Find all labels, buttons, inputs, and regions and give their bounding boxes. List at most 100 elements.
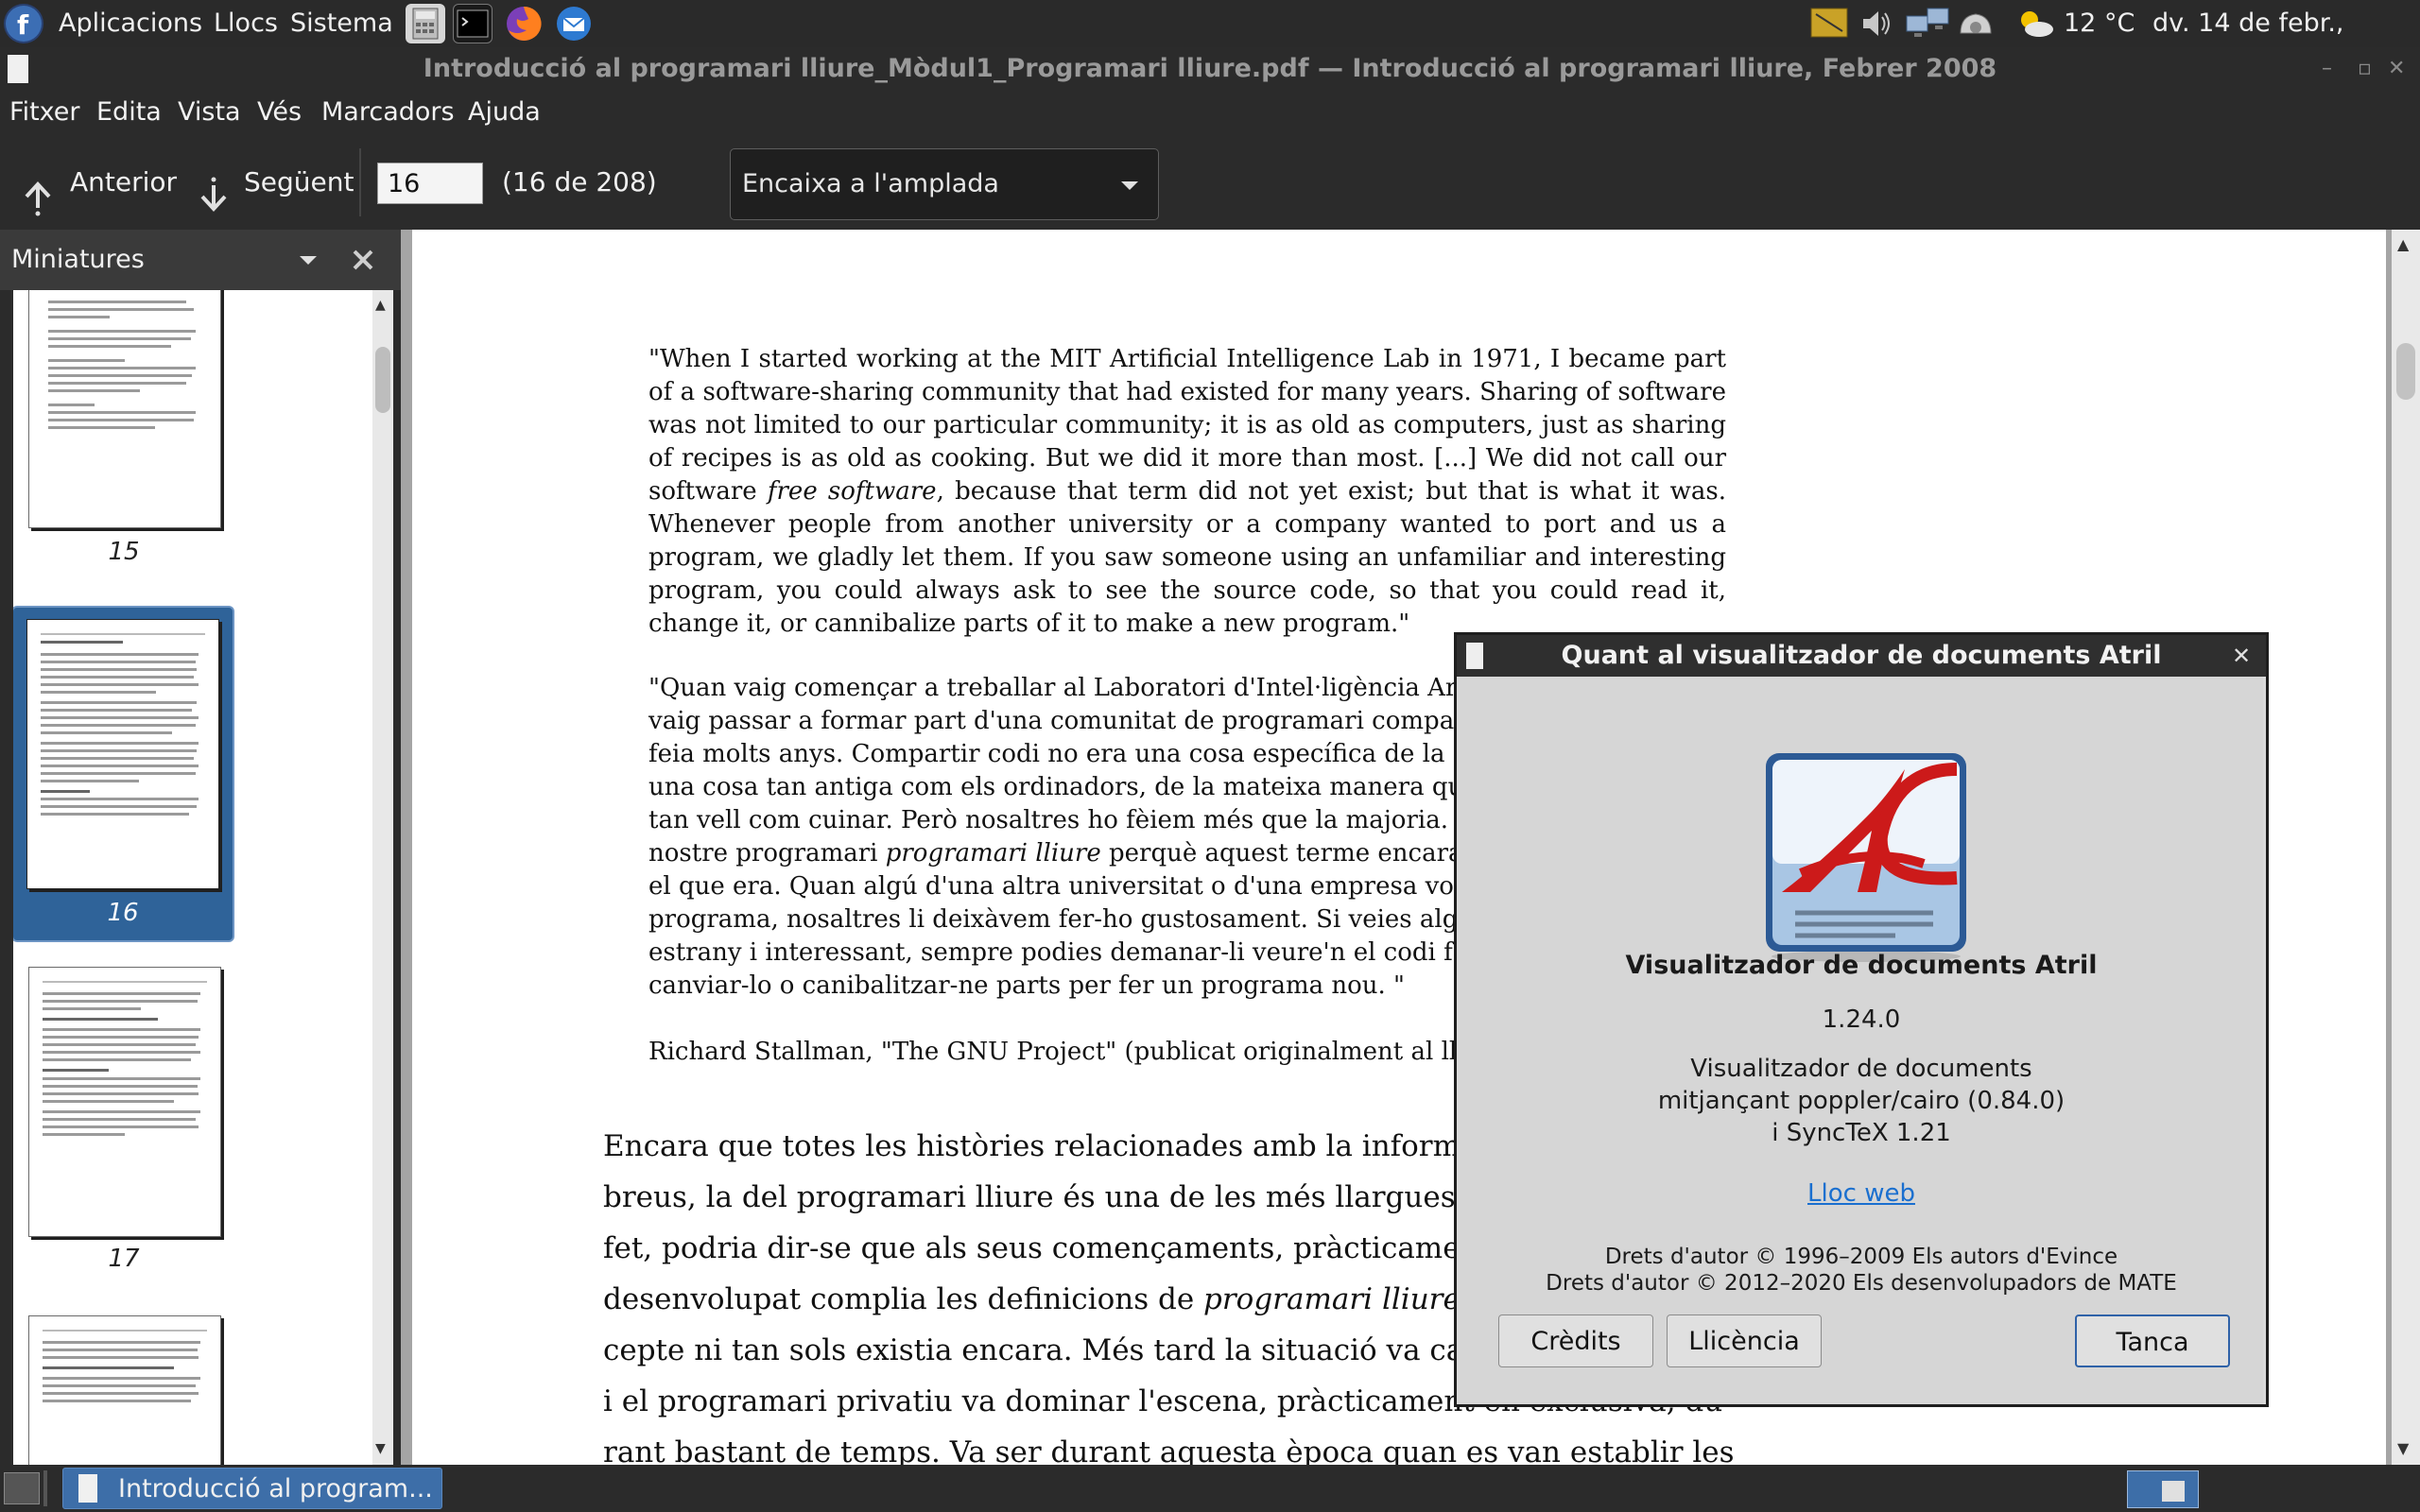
atril-logo-icon [1763,750,1969,964]
menu-help[interactable]: Ajuda [468,90,541,135]
terminal-launcher-icon[interactable] [453,4,493,43]
toolbar: Anterior Següent 16 (16 de 208) Encaixa … [0,135,2420,230]
sidebar-mode-chevron-icon[interactable] [297,250,320,269]
next-label: Següent [244,166,354,198]
website-row: Lloc web [1460,1179,2263,1208]
workspace-window-preview [2162,1481,2185,1502]
menubar: Fitxer Edita Vista Vés Marcadors Ajuda [0,90,2420,135]
svg-text:f: f [17,9,29,41]
taskbar-window-button[interactable]: Introducció al program... [62,1468,442,1509]
description-line: i SyncTeX 1.21 [1772,1119,1951,1147]
quote-catalan-emphasis: programari lliure [885,839,1101,868]
thumbnail-page-16[interactable] [26,619,219,889]
menu-bookmarks[interactable]: Marcadors [321,90,455,135]
quote-catalan-line-end: perquè aquest terme encara n [1100,839,1487,868]
sidebar-title[interactable]: Miniatures [11,230,145,290]
description-line: Visualitzador de documents [1690,1055,2032,1083]
body-emphasis: programari lliure [1203,1282,1461,1316]
quote-english: "When I started working at the MIT Artif… [648,343,1726,641]
description-line: mitjançant poppler/cairo (0.84.0) [1657,1087,2066,1115]
about-dialog-title: Quant al visualitzador de documents Atri… [1561,641,2162,670]
sidebar-scrollbar[interactable]: ▲ ▼ [372,290,393,1465]
window-titlebar[interactable]: Introducció al programari lliure_Mòdul1_… [0,47,2420,90]
sidebar-header: Miniatures [0,230,401,290]
thumbnail-page-18[interactable] [28,1315,221,1465]
thumbnail-label-17: 17 [108,1245,140,1273]
scroll-down-arrow-icon[interactable]: ▼ [375,1441,386,1456]
thumbnail-list[interactable]: 15 16 17 [13,290,372,1465]
thumbnail-label-15: 15 [108,538,140,566]
website-link[interactable]: Lloc web [1807,1179,1915,1208]
menu-view[interactable]: Vista [178,90,241,135]
app-name: Visualitzador de documents Atril [1625,951,2098,980]
places-menu[interactable]: Llocs [214,0,278,47]
thumbnail-page-17[interactable] [28,967,221,1237]
document-scroll-thumb[interactable] [2396,343,2415,400]
credits-button[interactable]: Crèdits [1498,1314,1653,1367]
clock[interactable]: dv. 14 de febr., 13:22 [2152,0,2420,85]
quote-attribution: Richard Stallman, "The GNU Project" (pub… [648,1038,1481,1066]
firefox-launcher-icon[interactable] [504,4,544,43]
dialog-close-icon[interactable]: ✕ [2232,635,2251,677]
copyright: Drets d'autor © 1996–2009 Els autors d'E… [1460,1244,2263,1297]
minimize-button[interactable]: – [2322,47,2332,90]
page-count-label: (16 de 208) [502,166,657,198]
zoom-select[interactable]: Encaixa a l'amplada [730,148,1159,220]
scroll-up-arrow-icon[interactable]: ▲ [375,298,386,313]
app-description: Visualitzador de documents mitjançant po… [1460,1053,2263,1149]
arrow-down-icon [195,162,236,212]
thumbnail-label-16: 16 [107,899,139,927]
previous-label: Anterior [70,166,178,198]
next-page-button[interactable]: Següent [195,135,355,230]
calculator-launcher-icon[interactable] [406,4,445,43]
toolbar-separator [359,148,361,216]
app-version: 1.24.0 [1822,1005,1901,1034]
copyright-line: Drets d'autor © 1996–2009 Els autors d'E… [1604,1245,2118,1269]
doc-scroll-up-arrow-icon[interactable]: ▲ [2397,235,2409,253]
maximize-button[interactable]: ▫ [2358,47,2372,90]
bottom-panel: Introducció al program... [0,1465,2420,1512]
sidebar-scroll-thumb[interactable] [375,347,390,413]
sidebar: Miniatures 15 16 17 ▲ ▼ [0,230,401,1465]
fedora-logo-icon[interactable]: f [4,4,43,43]
body-line-start: desenvolupat complia les definicions de [603,1282,1204,1316]
quote-english-emphasis: free software [767,477,937,506]
volume-icon[interactable] [1858,5,1895,43]
screenshot-tray-icon[interactable] [1808,5,1850,43]
system-menu[interactable]: Sistema [290,0,393,47]
document-window-icon [78,1474,97,1503]
thumbnail-selected-16[interactable]: 16 [13,606,234,942]
arrow-up-icon [19,162,60,216]
close-sidebar-icon[interactable] [350,247,376,273]
previous-page-button[interactable]: Anterior [19,135,180,230]
show-desktop-icon[interactable] [4,1472,40,1504]
close-window-button[interactable]: ✕ [2388,47,2405,90]
menu-edit[interactable]: Edita [96,90,162,135]
copyright-line: Drets d'autor © 2012–2020 Els desenvolup… [1546,1271,2177,1296]
menu-file[interactable]: Fitxer [9,90,80,135]
email-launcher-icon[interactable] [554,4,594,43]
about-dialog-body: Visualitzador de documents Atril 1.24.0 … [1460,677,2263,1404]
workspace-switcher[interactable] [2127,1470,2199,1508]
close-dialog-button[interactable]: Tanca [2075,1314,2230,1367]
network-icon[interactable] [1903,5,1952,43]
top-panel: f Aplicacions Llocs Sistema 12 °C dv. 14… [0,0,2420,85]
window-title: Introducció al programari lliure_Mòdul1_… [423,54,1997,83]
chevron-down-icon [1118,176,1141,195]
panel-handle [43,1470,47,1506]
weather-icon[interactable] [2014,5,2056,43]
doc-scroll-down-arrow-icon[interactable]: ▼ [2397,1439,2409,1457]
applications-menu[interactable]: Aplicacions [59,0,202,47]
document-scrollbar[interactable]: ▲ ▼ [2392,230,2420,1465]
taskbar-window-label: Introducció al program... [118,1474,433,1503]
weather-temperature[interactable]: 12 °C [2064,0,2135,47]
zoom-select-value: Encaixa a l'amplada [742,169,999,198]
quote-catalan-line-start: nostre programari [648,839,886,868]
menu-go[interactable]: Vés [257,90,302,135]
about-dialog: Quant al visualitzador de documents Atri… [1454,632,2269,1407]
updates-icon[interactable] [1955,5,1996,43]
about-dialog-titlebar[interactable]: Quant al visualitzador de documents Atri… [1457,635,2266,677]
license-button[interactable]: Llicència [1667,1314,1822,1367]
page-number-input[interactable]: 16 [377,163,483,204]
thumbnail-page-15[interactable] [28,290,221,528]
